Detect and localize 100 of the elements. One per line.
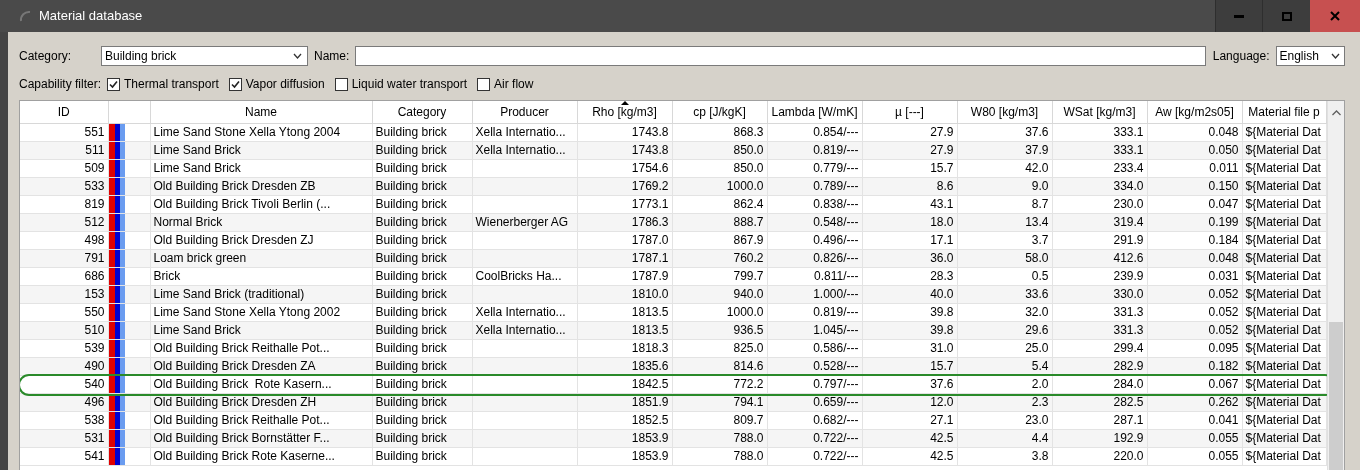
table-cell-text: 2.3 (1030, 393, 1050, 410)
column-header[interactable]: WSat [kg/m3] (1052, 101, 1147, 123)
column-header[interactable]: Material file p (1242, 101, 1326, 123)
table-cell-text: 760.2 (732, 249, 765, 266)
column-header[interactable]: W80 [kg/m3] (957, 101, 1052, 123)
table-cell-text: 23.0 (1024, 411, 1050, 428)
table-cell-text: 0.199 (1207, 213, 1240, 230)
table-cell-text: 153 (83, 285, 106, 302)
table-cell-text: 0.095 (1207, 339, 1240, 356)
capability-stripes-icon (108, 303, 125, 320)
table-cell-text: ${Material Dat (1244, 249, 1322, 266)
table-cell-text: Building brick (374, 159, 448, 176)
table-cell-text: 1000.0 (725, 177, 765, 194)
table-cell-text: ${Material Dat (1244, 213, 1322, 230)
table-cell-text: 551 (83, 123, 106, 140)
chevron-icon (1330, 53, 1340, 59)
checkbox-label[interactable]: Vapor diffusion (245, 75, 325, 93)
scroll-thumb[interactable] (1328, 322, 1343, 470)
table-cell-text: 39.8 (929, 303, 955, 320)
table-cell-text: 220.0 (1112, 447, 1145, 464)
table-cell-text: ${Material Dat (1244, 447, 1322, 464)
name-label: Name: (314, 48, 350, 65)
table-cell-text: 1769.2 (630, 177, 670, 194)
table-cell-text: 0.722/--- (812, 429, 860, 446)
capability-stripes-icon (108, 321, 125, 338)
table-cell-text: 31.0 (929, 339, 955, 356)
column-header[interactable]: Aw [kg/m2s05] (1147, 101, 1242, 123)
table-cell-text: Building brick (374, 195, 448, 212)
category-dropdown[interactable]: Building brick (101, 46, 308, 66)
capability-filter-label: Capability filter: (19, 76, 102, 93)
table-cell-text: 0.528/--- (812, 357, 860, 374)
column-header[interactable]: ID (20, 101, 108, 123)
table-cell-text: Old Building Brick Dresden ZA (152, 357, 317, 374)
table-cell-text: 0.854/--- (812, 123, 860, 140)
name-field[interactable] (355, 46, 1206, 66)
table-cell-text: 686 (83, 267, 106, 284)
table-cell-text: 0.496/--- (812, 231, 860, 248)
table-cell-text: Old Building Brick Bornstätter F... (152, 429, 331, 446)
language-dropdown[interactable]: English (1275, 46, 1345, 66)
table-cell-text: 1852.5 (630, 411, 670, 428)
table-cell-text: 0.150 (1207, 177, 1240, 194)
close-button[interactable] (1310, 0, 1360, 32)
table-cell-text: 539 (83, 339, 106, 356)
column-header[interactable]: cp [J/kgK] (672, 101, 767, 123)
checkbox[interactable] (477, 77, 491, 91)
column-header[interactable]: Lambda [W/mK] (767, 101, 862, 123)
capability-stripes-icon (108, 393, 125, 410)
capability-stripes-icon (108, 339, 125, 356)
column-header[interactable]: Category (372, 101, 472, 123)
table-cell-text: 28.3 (929, 267, 955, 284)
table-cell-text: Lime Sand Brick (152, 141, 242, 158)
table-cell-text: 37.6 (1024, 123, 1050, 140)
table-cell-text: 1787.1 (630, 249, 670, 266)
table-cell-text: 9.0 (1030, 177, 1050, 194)
checkbox[interactable] (228, 77, 242, 91)
table-cell-text: ${Material Dat (1244, 231, 1322, 248)
table-cell-text: 0.011 (1208, 159, 1240, 176)
checkbox-label[interactable]: Thermal transport (124, 75, 219, 93)
table-cell-text: 509 (83, 159, 106, 176)
table-cell-text: 18.0 (929, 213, 955, 230)
table-cell-text: 868.3 (732, 123, 765, 140)
table-cell-text: 291.9 (1112, 231, 1145, 248)
column-header[interactable]: Name (150, 101, 372, 123)
column-header[interactable]: Producer (472, 101, 577, 123)
capability-stripes-icon (108, 213, 125, 230)
table-cell-text: 3.8 (1030, 447, 1050, 464)
table-cell-text: Xella Internatio... (474, 141, 567, 158)
table-cell-text: 0.682/--- (812, 411, 860, 428)
table-cell-text: 1743.8 (630, 141, 670, 158)
table-cell-text: 15.7 (929, 357, 955, 374)
table-cell-text: 58.0 (1024, 249, 1050, 266)
table-cell-text: Building brick (374, 321, 448, 338)
checkbox[interactable] (107, 77, 121, 91)
table-cell-text: 17.1 (929, 231, 955, 248)
table-cell-text: Brick (152, 267, 182, 284)
table-cell-text: 8.6 (935, 177, 955, 194)
checkbox[interactable] (334, 77, 348, 91)
table-cell-text: 498 (83, 231, 106, 248)
checkbox-label[interactable]: Air flow (494, 75, 534, 93)
table-cell-text: Building brick (374, 429, 448, 446)
table-cell-text: 1835.6 (630, 357, 670, 374)
sort-arrow-icon (620, 101, 629, 105)
checkbox-label[interactable]: Liquid water transport (351, 75, 468, 93)
table-cell-text: 888.7 (732, 213, 765, 230)
capability-stripes-icon (108, 231, 125, 248)
table-cell-text: 862.4 (732, 195, 765, 212)
column-header[interactable]: Rho [kg/m3] (577, 101, 672, 123)
capability-stripes-icon (108, 267, 125, 284)
table-cell-text: 0.055 (1207, 447, 1240, 464)
table-cell-text: 29.6 (1024, 321, 1050, 338)
capability-stripes-icon (108, 447, 125, 464)
table-cell-text: 1813.5 (630, 303, 670, 320)
table-cell-text: 0.797/--- (812, 375, 860, 392)
table-cell-text: 1743.8 (630, 123, 670, 140)
table-cell-text: 230.0 (1112, 195, 1145, 212)
table-cell-text: Lime Sand Stone Xella Ytong 2002 (152, 303, 342, 320)
column-header[interactable]: µ [---] (862, 101, 957, 123)
table-cell-text: 0.838/--- (812, 195, 860, 212)
table-cell-text: 0.184 (1207, 231, 1240, 248)
table-cell-text: Building brick (374, 177, 448, 194)
